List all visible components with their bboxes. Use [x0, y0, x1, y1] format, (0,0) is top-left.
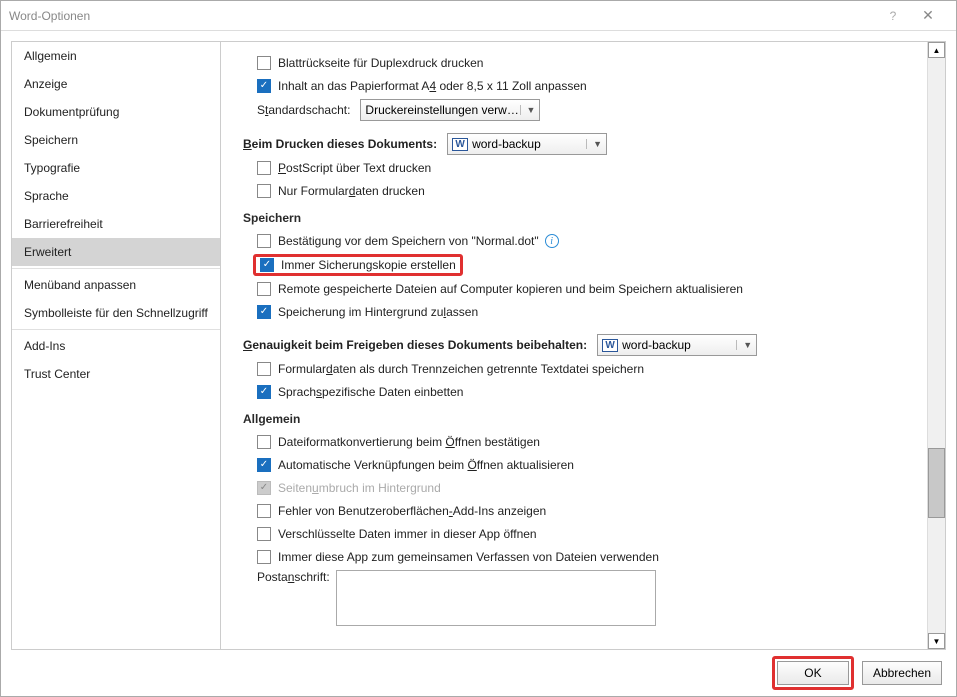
sidebar-item-menueband[interactable]: Menüband anpassen: [12, 271, 220, 299]
backup-highlight: Immer Sicherungskopie erstellen: [253, 254, 463, 276]
standardschacht-value: Druckereinstellungen verw…: [365, 103, 518, 117]
word-doc-icon: [602, 337, 618, 353]
duplex-checkbox[interactable]: [257, 56, 271, 70]
word-doc-icon: [452, 136, 468, 152]
chevron-down-icon: ▼: [736, 340, 752, 350]
pagebreak-label: Seitenumbruch im Hintergrund: [278, 481, 441, 495]
fidelity-dropdown[interactable]: word-backup ▼: [597, 334, 757, 356]
postscript-checkbox[interactable]: [257, 161, 271, 175]
sidebar-item-erweitert[interactable]: Erweitert: [12, 238, 220, 266]
pagebreak-checkbox: [257, 481, 271, 495]
paperfit-label: Inhalt an das Papierformat A4 oder 8,5 x…: [278, 79, 587, 93]
help-button[interactable]: ?: [878, 9, 908, 23]
remote-label: Remote gespeicherte Dateien auf Computer…: [278, 282, 743, 296]
window-title: Word-Optionen: [9, 9, 878, 23]
paperfit-checkbox[interactable]: [257, 79, 271, 93]
print-doc-label: Beim Drucken dieses Dokuments:: [243, 137, 437, 151]
close-button[interactable]: ✕: [908, 7, 948, 24]
chevron-down-icon: ▼: [520, 105, 536, 115]
print-doc-dropdown[interactable]: word-backup ▼: [447, 133, 607, 155]
ok-button[interactable]: OK: [777, 661, 849, 685]
fidelity-label: Genauigkeit beim Freigeben dieses Dokume…: [243, 338, 587, 352]
sidebar-item-anzeige[interactable]: Anzeige: [12, 70, 220, 98]
postscript-label: PostScript über Text drucken: [278, 161, 431, 175]
fileconv-checkbox[interactable]: [257, 435, 271, 449]
scroll-down-button[interactable]: ▼: [928, 633, 945, 649]
ok-highlight: OK: [772, 656, 854, 690]
encrypted-label: Verschlüsselte Daten immer in dieser App…: [278, 527, 537, 541]
formdata-checkbox[interactable]: [257, 362, 271, 376]
backup-label: Immer Sicherungskopie erstellen: [281, 258, 456, 272]
content-wrap: Blattrückseite für Duplexdruck drucken I…: [221, 41, 946, 650]
confirm-normal-checkbox[interactable]: [257, 234, 271, 248]
bgsave-label: Speicherung im Hintergrund zulassen: [278, 305, 478, 319]
sidebar-item-barrierefreiheit[interactable]: Barrierefreiheit: [12, 210, 220, 238]
post-label: Postanschrift:: [257, 570, 330, 584]
scroll-track[interactable]: [928, 58, 945, 633]
langdata-checkbox[interactable]: [257, 385, 271, 399]
formonly-checkbox[interactable]: [257, 184, 271, 198]
remote-checkbox[interactable]: [257, 282, 271, 296]
category-sidebar: Allgemein Anzeige Dokumentprüfung Speich…: [11, 41, 221, 650]
sidebar-separator: [12, 268, 220, 269]
sidebar-item-trustcenter[interactable]: Trust Center: [12, 360, 220, 388]
postanschrift-textarea[interactable]: [336, 570, 656, 626]
sidebar-item-dokumentpruefung[interactable]: Dokumentprüfung: [12, 98, 220, 126]
sidebar-item-sprache[interactable]: Sprache: [12, 182, 220, 210]
autolinks-label: Automatische Verknüpfungen beim Öffnen a…: [278, 458, 574, 472]
coauth-checkbox[interactable]: [257, 550, 271, 564]
cancel-button[interactable]: Abbrechen: [862, 661, 942, 685]
confirm-normal-label: Bestätigung vor dem Speichern von "Norma…: [278, 234, 539, 248]
formdata-label: Formulardaten als durch Trennzeichen get…: [278, 362, 644, 376]
main-area: Allgemein Anzeige Dokumentprüfung Speich…: [1, 31, 956, 650]
langdata-label: Sprachspezifische Daten einbetten: [278, 385, 463, 399]
save-section-header: Speichern: [243, 211, 915, 225]
autolinks-checkbox[interactable]: [257, 458, 271, 472]
general-section-header: Allgemein: [243, 412, 915, 426]
scroll-up-button[interactable]: ▲: [928, 42, 945, 58]
addin-err-label: Fehler von Benutzeroberflächen-Add-Ins a…: [278, 504, 546, 518]
duplex-label: Blattrückseite für Duplexdruck drucken: [278, 56, 483, 70]
addin-err-checkbox[interactable]: [257, 504, 271, 518]
fidelity-value: word-backup: [622, 338, 691, 352]
sidebar-item-typografie[interactable]: Typografie: [12, 154, 220, 182]
standardschacht-dropdown[interactable]: Druckereinstellungen verw… ▼: [360, 99, 540, 121]
bgsave-checkbox[interactable]: [257, 305, 271, 319]
dialog-footer: OK Abbrechen: [1, 650, 956, 696]
sidebar-item-allgemein[interactable]: Allgemein: [12, 42, 220, 70]
coauth-label: Immer diese App zum gemeinsamen Verfasse…: [278, 550, 659, 564]
sidebar-item-addins[interactable]: Add-Ins: [12, 332, 220, 360]
standardschacht-label: Standardschacht:: [257, 103, 350, 117]
options-content: Blattrückseite für Duplexdruck drucken I…: [221, 42, 927, 649]
info-icon[interactable]: i: [545, 234, 559, 248]
backup-checkbox[interactable]: [260, 258, 274, 272]
print-doc-value: word-backup: [472, 137, 541, 151]
chevron-down-icon: ▼: [586, 139, 602, 149]
formonly-label: Nur Formulardaten drucken: [278, 184, 425, 198]
titlebar: Word-Optionen ? ✕: [1, 1, 956, 31]
encrypted-checkbox[interactable]: [257, 527, 271, 541]
sidebar-item-speichern[interactable]: Speichern: [12, 126, 220, 154]
sidebar-item-schnellzugriff[interactable]: Symbolleiste für den Schnellzugriff: [12, 299, 220, 327]
fileconv-label: Dateiformatkonvertierung beim Öffnen bes…: [278, 435, 540, 449]
sidebar-separator: [12, 329, 220, 330]
scroll-thumb[interactable]: [928, 448, 945, 518]
vertical-scrollbar[interactable]: ▲ ▼: [927, 42, 945, 649]
